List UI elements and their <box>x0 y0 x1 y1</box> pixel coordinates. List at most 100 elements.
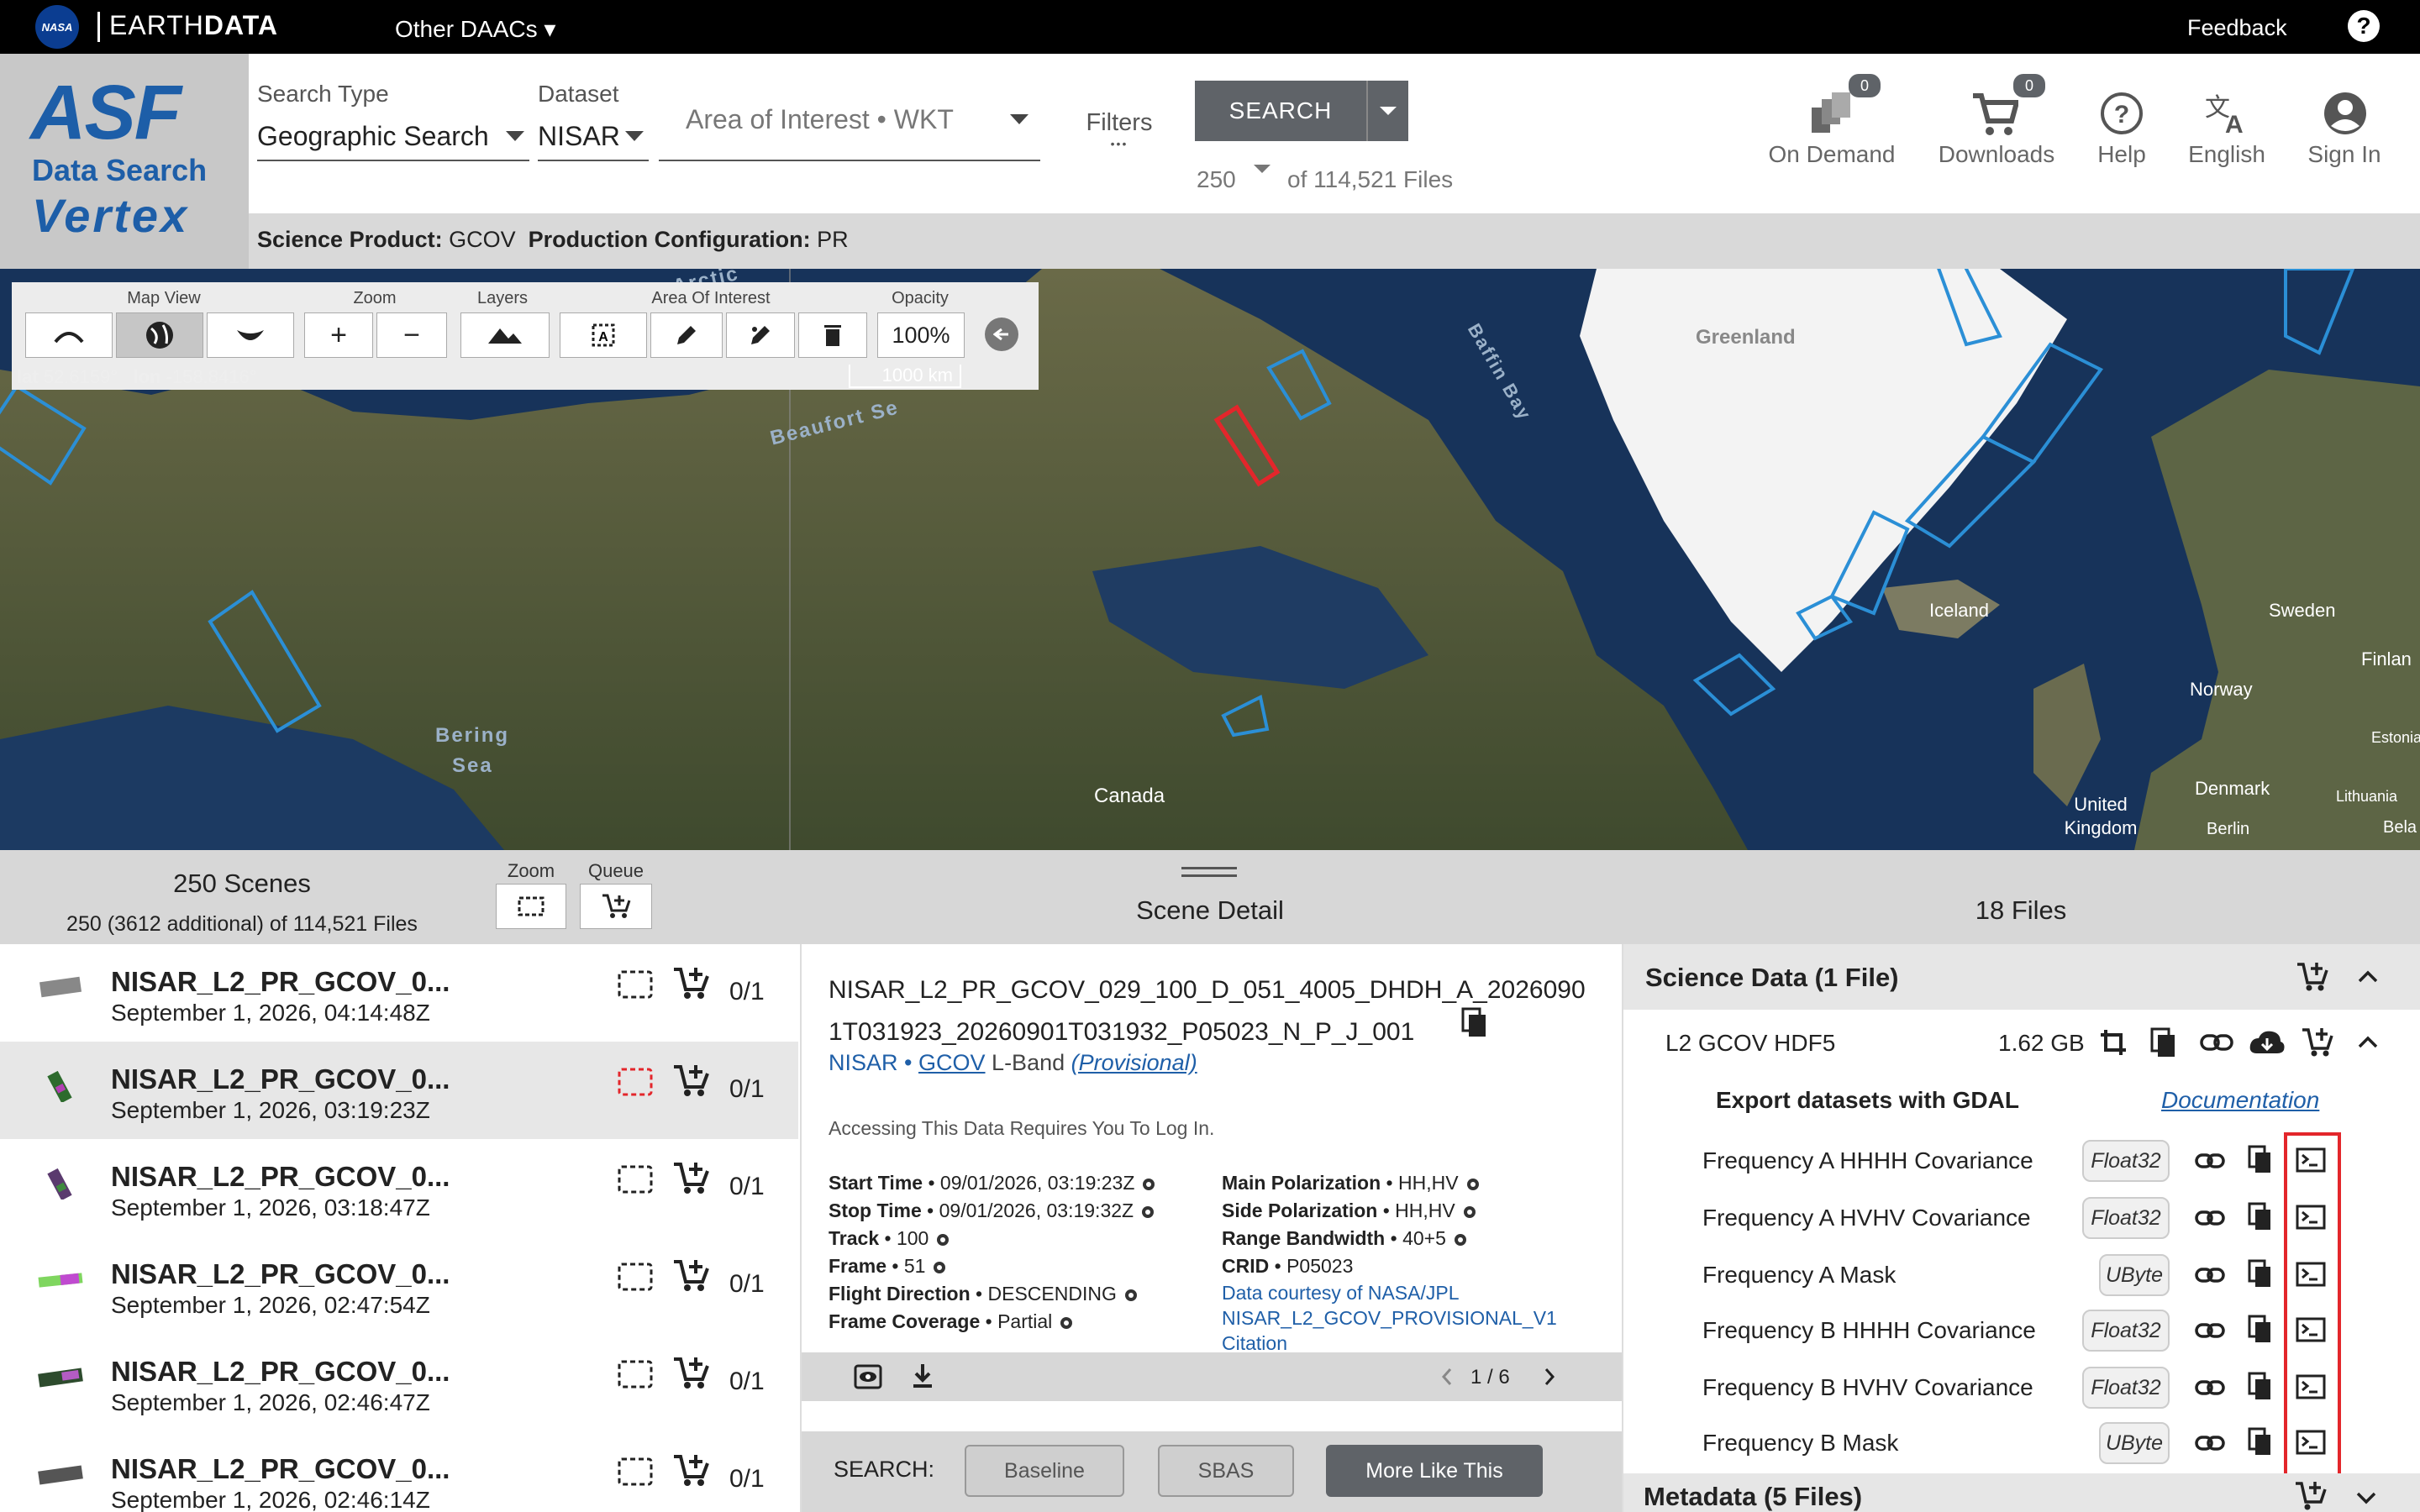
list-item[interactable]: NISAR_L2_PR_GCOV_0... September 1, 2026,… <box>0 1042 798 1139</box>
add-cart-icon[interactable] <box>672 1161 709 1194</box>
terminal-icon[interactable] <box>2296 1205 2326 1230</box>
zoom-to-scene-icon[interactable] <box>617 1359 654 1389</box>
gear-icon[interactable] <box>1059 1315 1074 1331</box>
clear-aoi-button[interactable] <box>798 312 867 358</box>
other-daacs-menu[interactable]: Other DAACs ▾ <box>395 15 555 43</box>
copy-icon[interactable] <box>1460 1006 1489 1038</box>
max-results-select[interactable]: 250 <box>1197 166 1236 193</box>
provisional-dataset-link[interactable]: NISAR_L2_GCOV_PROVISIONAL_V1 <box>1222 1305 1557 1331</box>
zoom-to-scene-icon[interactable] <box>617 1262 654 1292</box>
documentation-link[interactable]: Documentation <box>2161 1087 2319 1114</box>
equatorial-view-button[interactable] <box>116 312 203 358</box>
dataset-select[interactable]: NISAR <box>538 121 620 152</box>
cloud-download-icon[interactable] <box>2249 1028 2286 1055</box>
aoi-input[interactable]: Area of Interest • WKT <box>686 104 954 135</box>
earthdata-brand[interactable]: EARTHDATA <box>109 10 278 41</box>
zoom-to-scene-icon[interactable] <box>617 969 654 1000</box>
add-cart-icon[interactable] <box>2294 1480 2328 1510</box>
drag-handle-icon[interactable] <box>1181 867 1237 877</box>
terminal-icon[interactable] <box>2296 1430 2326 1455</box>
zoom-to-scene-icon[interactable] <box>617 1164 654 1194</box>
link-icon[interactable] <box>2195 1322 2225 1339</box>
help-circle-icon[interactable]: ? <box>2348 10 2380 42</box>
downloads-button[interactable]: 0 Downloads <box>1929 74 2064 175</box>
baseline-button[interactable]: Baseline <box>965 1445 1124 1497</box>
terminal-icon[interactable] <box>2296 1317 2326 1342</box>
feedback-link[interactable]: Feedback <box>2187 15 2287 41</box>
gear-icon[interactable] <box>1123 1288 1139 1303</box>
sbas-button[interactable]: SBAS <box>1158 1445 1294 1497</box>
chevron-down-icon[interactable] <box>1254 165 1270 173</box>
help-button[interactable]: ? Help <box>2075 74 2168 175</box>
copy-icon[interactable] <box>2247 1144 2274 1174</box>
terminal-icon[interactable] <box>2296 1262 2326 1287</box>
list-item[interactable]: NISAR_L2_PR_GCOV_0... September 1, 2026,… <box>0 1431 798 1512</box>
gear-icon[interactable] <box>1462 1205 1477 1220</box>
download-icon[interactable] <box>911 1362 934 1389</box>
copy-icon[interactable] <box>2247 1314 2274 1344</box>
search-options-dropdown[interactable] <box>1366 81 1408 141</box>
link-icon[interactable] <box>2195 1152 2225 1169</box>
chevron-down-icon[interactable] <box>2356 1492 2376 1505</box>
add-cart-icon[interactable] <box>672 1356 709 1389</box>
list-item[interactable]: NISAR_L2_PR_GCOV_0... September 1, 2026,… <box>0 1139 798 1236</box>
add-cart-icon[interactable] <box>2301 1026 2334 1058</box>
gcov-link[interactable]: GCOV <box>918 1050 986 1075</box>
gear-icon[interactable] <box>935 1232 950 1247</box>
link-icon[interactable] <box>2195 1379 2225 1396</box>
link-icon[interactable] <box>2195 1435 2225 1452</box>
gear-icon[interactable] <box>1453 1232 1468 1247</box>
language-button[interactable]: 文A English <box>2176 74 2277 175</box>
chevron-down-icon[interactable] <box>506 131 524 141</box>
chevron-down-icon[interactable] <box>1010 114 1028 124</box>
layers-button[interactable] <box>460 312 550 358</box>
search-type-select[interactable]: Geographic Search <box>257 121 489 152</box>
nasa-logo[interactable]: NASA <box>35 5 79 49</box>
opacity-input[interactable]: 100% <box>877 312 965 358</box>
gear-icon[interactable] <box>932 1260 947 1275</box>
list-item[interactable]: NISAR_L2_PR_GCOV_0... September 1, 2026,… <box>0 1236 798 1334</box>
draw-polygon-button[interactable] <box>650 312 723 358</box>
gear-icon[interactable] <box>1140 1205 1155 1220</box>
copy-icon[interactable] <box>2247 1426 2274 1457</box>
more-like-this-button[interactable]: More Like This <box>1326 1445 1543 1497</box>
sign-in-button[interactable]: Sign In <box>2294 74 2395 175</box>
chevron-up-icon[interactable] <box>2358 969 2378 983</box>
courtesy-link[interactable]: Data courtesy of NASA/JPL <box>1222 1280 1557 1305</box>
chevron-down-icon[interactable] <box>625 131 644 141</box>
add-cart-icon[interactable] <box>672 1258 709 1292</box>
edit-polygon-button[interactable] <box>726 312 795 358</box>
chevron-right-icon[interactable] <box>1543 1368 1556 1386</box>
nisar-link[interactable]: NISAR <box>829 1050 898 1075</box>
queue-all-button[interactable] <box>580 884 652 929</box>
add-cart-icon[interactable] <box>2296 961 2329 993</box>
zoom-in-button[interactable]: + <box>304 312 373 358</box>
antarctic-view-button[interactable] <box>207 312 294 358</box>
gear-icon[interactable] <box>1465 1177 1481 1192</box>
filters-button[interactable]: Filters ••• <box>1079 109 1160 150</box>
add-cart-icon[interactable] <box>672 966 709 1000</box>
copy-icon[interactable] <box>2247 1201 2274 1231</box>
zoom-to-scene-icon[interactable] <box>617 1457 654 1487</box>
vertex-logo[interactable]: ASF Data Search Vertex <box>0 54 249 269</box>
eye-icon[interactable] <box>854 1364 882 1389</box>
link-icon[interactable] <box>2195 1267 2225 1284</box>
arctic-view-button[interactable] <box>25 312 113 358</box>
link-icon[interactable] <box>2200 1033 2233 1052</box>
copy-icon[interactable] <box>2149 1026 2178 1058</box>
search-button[interactable]: SEARCH <box>1195 81 1408 141</box>
terminal-icon[interactable] <box>2296 1147 2326 1173</box>
provisional-link[interactable]: (Provisional) <box>1071 1050 1197 1075</box>
terminal-icon[interactable] <box>2296 1374 2326 1399</box>
link-icon[interactable] <box>2195 1210 2225 1226</box>
chevron-up-icon[interactable] <box>2358 1035 2378 1048</box>
zoom-to-scene-icon[interactable] <box>617 1067 654 1097</box>
zoom-out-button[interactable]: − <box>376 312 447 358</box>
scene-list[interactable]: NISAR_L2_PR_GCOV_0... September 1, 2026,… <box>0 944 798 1512</box>
draw-box-button[interactable]: A <box>560 312 647 358</box>
add-cart-icon[interactable] <box>672 1063 709 1097</box>
list-item[interactable]: NISAR_L2_PR_GCOV_0... September 1, 2026,… <box>0 944 798 1042</box>
copy-icon[interactable] <box>2247 1258 2274 1289</box>
copy-icon[interactable] <box>2247 1371 2274 1401</box>
zoom-to-results-button[interactable] <box>496 884 566 929</box>
